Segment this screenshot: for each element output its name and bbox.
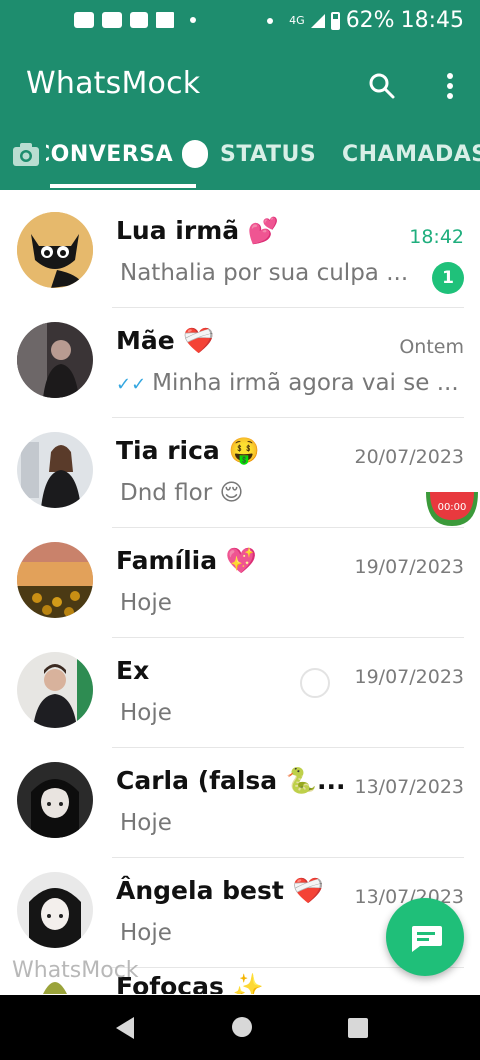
chat-name: Carla (falsa 🐍... — [116, 766, 346, 795]
chat-time: 20/07/2023 — [354, 446, 464, 468]
chat-row[interactable]: Ex 19/07/2023 Hoje — [0, 638, 480, 748]
new-chat-button[interactable] — [386, 898, 464, 976]
chat-name: Ângela best ❤️‍🩹 — [116, 876, 324, 905]
black-cat-avatar-icon — [17, 212, 93, 288]
chat-row[interactable]: Mãe ❤️‍🩹 Ontem ✓✓ Minha irmã agora vai se… — [0, 308, 480, 418]
back-button[interactable] — [116, 1017, 134, 1039]
avatar — [17, 322, 93, 398]
network-type: 4G — [289, 14, 305, 27]
search-icon — [369, 73, 395, 99]
battery-icon — [330, 11, 340, 30]
unread-indicator — [182, 140, 208, 168]
chat-bubble-icon — [412, 926, 442, 952]
avatar — [17, 432, 93, 508]
unread-badge: 1 — [432, 262, 464, 294]
read-ticks-icon: ✓✓ — [116, 374, 147, 395]
chat-time: Ontem — [399, 336, 464, 358]
app-header: 4G 62% 18:45 WhatsMock CONVERSA STATUS C… — [0, 0, 480, 190]
signal-icon — [310, 13, 325, 28]
avatar — [17, 212, 93, 288]
more-vertical-icon — [447, 73, 453, 99]
chat-last-message: Hoje — [120, 590, 172, 616]
avatar — [17, 762, 93, 838]
chat-time: 19/07/2023 — [354, 556, 464, 578]
app-title: WhatsMock — [26, 66, 201, 101]
chat-name: Tia rica 🤑 — [116, 436, 260, 465]
chat-last-message: Dnd flor 😌 — [120, 480, 244, 506]
capcut-icon — [156, 12, 174, 28]
status-bar: 4G 62% 18:45 — [0, 0, 480, 46]
chat-name: Lua irmã 💕 — [116, 216, 279, 245]
camera-icon — [13, 143, 39, 166]
tab-conversa[interactable]: CONVERSA — [46, 142, 194, 167]
tab-chamadas[interactable]: CHAMADAS — [342, 142, 480, 167]
battery-level: 62% — [345, 8, 395, 33]
more-options-button[interactable] — [436, 66, 464, 106]
search-button[interactable] — [362, 66, 402, 106]
avatar — [17, 652, 93, 728]
sunset-avatar-icon — [17, 542, 93, 618]
chat-last-message: Hoje — [120, 920, 172, 946]
tab-status[interactable]: STATUS — [220, 142, 316, 167]
active-tab-indicator — [50, 184, 196, 188]
chat-name: Família 💖 — [116, 546, 257, 575]
system-nav-bar — [0, 995, 480, 1060]
anime-girl-avatar-icon — [17, 872, 93, 948]
chat-last-message-row: ✓✓ Minha irmã agora vai se ... — [116, 370, 459, 396]
tab-bar: CONVERSA STATUS CHAMADAS — [0, 130, 480, 190]
chat-last-message: Minha irmã agora vai se ... — [152, 370, 459, 396]
watermark: WhatsMock — [12, 958, 139, 983]
video-camera-icon — [130, 12, 148, 28]
sticker-label: 00:00 — [438, 502, 467, 513]
more-notifications-icon — [190, 17, 196, 23]
notification-icons — [74, 12, 196, 28]
tab-status-label: STATUS — [220, 142, 317, 167]
youtube-icon — [102, 12, 122, 28]
tab-conversa-label: CONVERSA — [46, 142, 174, 167]
chat-name: Ex — [116, 656, 150, 685]
muted-status-icon — [300, 668, 330, 698]
chat-row[interactable]: Família 💖 19/07/2023 Hoje — [0, 528, 480, 638]
dot-icon — [267, 17, 274, 24]
chat-last-message: Hoje — [120, 810, 172, 836]
anime-girl-avatar-icon — [17, 762, 93, 838]
tab-chamadas-label: CHAMADAS — [342, 142, 480, 167]
avatar — [17, 872, 93, 948]
chat-time: 18:42 — [409, 226, 464, 248]
home-button[interactable] — [232, 1017, 252, 1037]
recents-button[interactable] — [348, 1018, 368, 1038]
chat-row[interactable]: Lua irmã 💕 18:42 Nathalia por sua culpa … — [0, 198, 480, 308]
avatar — [17, 542, 93, 618]
chat-time: 19/07/2023 — [354, 666, 464, 688]
person-photo-avatar-icon — [17, 322, 93, 398]
watermelon-sticker[interactable]: 00:00 — [424, 484, 480, 528]
chat-row[interactable]: Carla (falsa 🐍... 13/07/2023 Hoje — [0, 748, 480, 858]
person-photo-avatar-icon — [17, 432, 93, 508]
person-photo-avatar-icon — [17, 652, 93, 728]
chat-row[interactable]: Tia rica 🤑 20/07/2023 Dnd flor 😌 — [0, 418, 480, 528]
chat-last-message: Nathalia por sua culpa ... — [120, 260, 409, 286]
tab-camera[interactable] — [12, 142, 40, 168]
chat-name: Mãe ❤️‍🩹 — [116, 326, 215, 355]
status-right: 4G 62% 18:45 — [259, 8, 464, 33]
youtube-icon — [74, 12, 94, 28]
clock: 18:45 — [400, 8, 464, 33]
chat-time: 13/07/2023 — [354, 776, 464, 798]
chat-last-message: Hoje — [120, 700, 172, 726]
watermelon-icon: 00:00 — [426, 492, 478, 526]
